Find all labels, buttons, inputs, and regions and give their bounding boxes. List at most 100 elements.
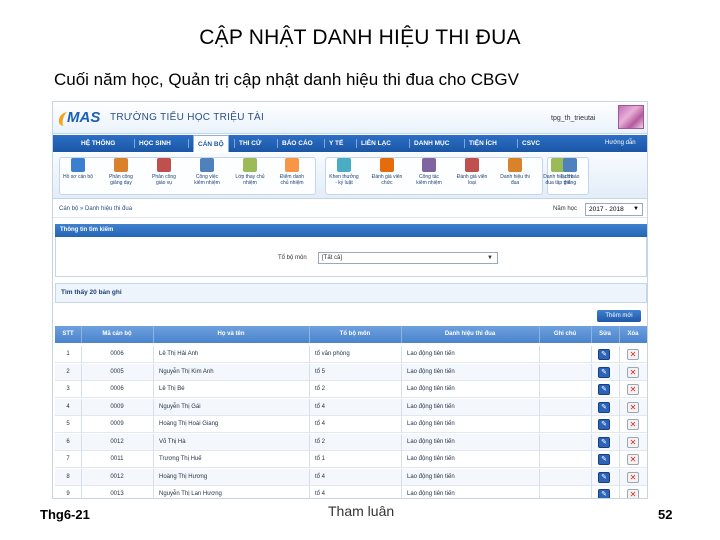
toolbar-button[interactable]: Phân công giáo vụ: [147, 158, 181, 186]
column-header[interactable]: Danh hiệu thi đua: [401, 326, 539, 343]
table-cell: Nguyễn Thị Lan Hương: [159, 491, 222, 497]
table-cell: tổ 1: [315, 456, 326, 462]
rating-icon: [465, 158, 479, 172]
column-divider: [153, 451, 154, 468]
dept-select[interactable]: [Tất cả] ▼: [318, 252, 498, 264]
menu-item[interactable]: HỌC SINH: [139, 135, 171, 152]
footer-note: Tham luân: [328, 503, 395, 519]
delete-icon[interactable]: ✕: [627, 401, 639, 413]
column-divider: [81, 451, 82, 468]
column-header[interactable]: Ghi chú: [539, 326, 591, 343]
table-row[interactable]: 3 0006 Lê Thị Bé tổ 2 Lao động tiên tiến ✎ ✕: [55, 381, 647, 398]
column-header[interactable]: Mã cán bộ: [81, 326, 153, 343]
delete-icon[interactable]: ✕: [627, 471, 639, 483]
table-cell: [545, 451, 591, 468]
delete-icon[interactable]: ✕: [627, 349, 639, 360]
delete-icon[interactable]: ✕: [627, 436, 639, 448]
table-cell: Lao động tiên tiến: [407, 456, 455, 462]
assign-teaching-icon: [114, 158, 128, 172]
table-row[interactable]: 6 0012 Võ Thị Hà tổ 2 Lao động tiên tiến ✎ ✕: [55, 433, 647, 451]
table-cell: 2: [66, 368, 70, 375]
table-cell: Lao động tiên tiến: [407, 403, 455, 410]
breadcrumb: Cán bộ » Danh hiệu thi đua: [59, 206, 133, 212]
column-header[interactable]: Xóa: [619, 326, 647, 343]
toolbar-button[interactable]: Công việc kiêm nhiệm: [190, 158, 224, 186]
delete-icon[interactable]: ✕: [627, 384, 639, 395]
toolbar-button[interactable]: Lớp thay chủ nhiệm: [233, 158, 267, 186]
column-divider: [619, 363, 620, 381]
toolbar-button[interactable]: Đánh giá viên chức: [370, 158, 404, 186]
column-divider: [591, 451, 592, 468]
delete-icon[interactable]: ✕: [627, 419, 639, 430]
menu-separator: [464, 139, 465, 148]
column-header[interactable]: STT: [55, 326, 81, 343]
edit-icon[interactable]: ✎: [598, 384, 610, 395]
column-divider: [619, 398, 620, 416]
table-row[interactable]: 4 0009 Nguyễn Thị Gái tổ 4 Lao động tiên tiế…: [55, 398, 647, 416]
table-row[interactable]: 2 0005 Nguyễn Thị Kim Anh tổ 5 Lao động tiên…: [55, 363, 647, 381]
year-select-value: 2017 - 2018: [589, 206, 624, 213]
table-cell: 1: [66, 351, 70, 357]
column-header[interactable]: Sửa: [591, 326, 619, 343]
edit-icon[interactable]: ✎: [598, 454, 610, 465]
menu-item[interactable]: CÁN BỘ: [193, 135, 229, 152]
column-divider: [81, 398, 82, 416]
column-divider: [619, 486, 620, 498]
user-name[interactable]: tpg_th_trieutai: [551, 115, 595, 122]
edit-icon[interactable]: ✎: [598, 489, 610, 498]
menu-item[interactable]: Y TẾ: [329, 135, 343, 152]
column-header[interactable]: Tổ bộ môn: [309, 326, 401, 343]
concurrent-task-icon: [422, 158, 436, 172]
table-row[interactable]: 9 0013 Nguyễn Thị Lan Hương tổ 4 Lao động ti…: [55, 486, 647, 498]
toolbar-button[interactable]: Điểm danh chủ nhiệm: [275, 158, 309, 186]
menu-item[interactable]: DANH MỤC: [414, 135, 449, 152]
edit-icon[interactable]: ✎: [598, 436, 610, 448]
column-header[interactable]: Họ và tên: [153, 326, 309, 343]
column-divider: [309, 381, 310, 398]
delete-icon[interactable]: ✕: [627, 454, 639, 465]
table-row[interactable]: 5 0009 Hoàng Thị Hoài Giang tổ 4 Lao động ti…: [55, 416, 647, 433]
column-divider: [153, 416, 154, 433]
menu-item[interactable]: HỆ THỐNG: [81, 135, 115, 152]
help-link[interactable]: Hướng dẫn: [605, 135, 636, 152]
table-row[interactable]: 8 0012 Hoàng Thị Hương tổ 4 Lao động tiên ti…: [55, 468, 647, 486]
menu-separator: [324, 139, 325, 148]
edit-icon[interactable]: ✎: [598, 401, 610, 413]
delete-icon[interactable]: ✕: [627, 489, 639, 498]
column-divider: [309, 326, 310, 343]
edit-icon[interactable]: ✎: [598, 471, 610, 483]
table-cell: [545, 416, 591, 433]
column-divider: [153, 346, 154, 363]
school-name: TRƯỜNG TIỂU HỌC TRIỆU TÀI: [110, 112, 265, 123]
table-cell: [545, 486, 591, 498]
column-divider: [539, 416, 540, 433]
year-select[interactable]: 2017 - 2018 ▼: [585, 203, 643, 216]
edit-icon[interactable]: ✎: [598, 349, 610, 360]
edit-icon[interactable]: ✎: [598, 419, 610, 430]
results-header: Tìm thấy 20 bản ghi: [55, 283, 647, 303]
menu-item[interactable]: TIỆN ÍCH: [469, 135, 497, 152]
table-cell: tổ 4: [315, 421, 326, 427]
delete-icon[interactable]: ✕: [627, 366, 639, 378]
edit-icon[interactable]: ✎: [598, 366, 610, 378]
toolbar-button-label: Công tác kiêm nhiệm: [416, 174, 442, 186]
toolbar-button[interactable]: Phân công giảng dạy: [104, 158, 138, 186]
table-cell: 0011: [110, 456, 124, 462]
menu-item[interactable]: LIÊN LẠC: [361, 135, 391, 152]
table-row[interactable]: 7 0011 Trương Thị Huế tổ 1 Lao động tiên tiế…: [55, 451, 647, 468]
breadcrumb-bar: Cán bộ » Danh hiệu thi đua Năm học 2017 …: [53, 202, 647, 218]
toolbar-button[interactable]: Khen thưởng - kỷ luật: [327, 158, 361, 186]
toolbar-button[interactable]: Công tác kiêm nhiệm: [412, 158, 446, 186]
column-divider: [591, 398, 592, 416]
menu-item[interactable]: THI CỬ: [239, 135, 261, 152]
toolbar-button[interactable]: Hồ sơ cán bộ: [61, 158, 95, 180]
menu-item[interactable]: BÁO CÁO: [282, 135, 313, 152]
toolbar-button[interactable]: Đánh giá viên loại: [455, 158, 489, 186]
menu-item[interactable]: CSVC: [522, 135, 540, 152]
table-cell: [545, 469, 591, 486]
toolbar-button[interactable]: Lịch báo giảng: [553, 158, 587, 186]
toolbar-button[interactable]: Danh hiệu thi đua: [498, 158, 532, 186]
column-divider: [591, 416, 592, 433]
table-row[interactable]: 1 0006 Lê Thị Hải Anh tổ văn phòng Lao động …: [55, 346, 647, 363]
add-button[interactable]: Thêm mới: [597, 310, 641, 322]
